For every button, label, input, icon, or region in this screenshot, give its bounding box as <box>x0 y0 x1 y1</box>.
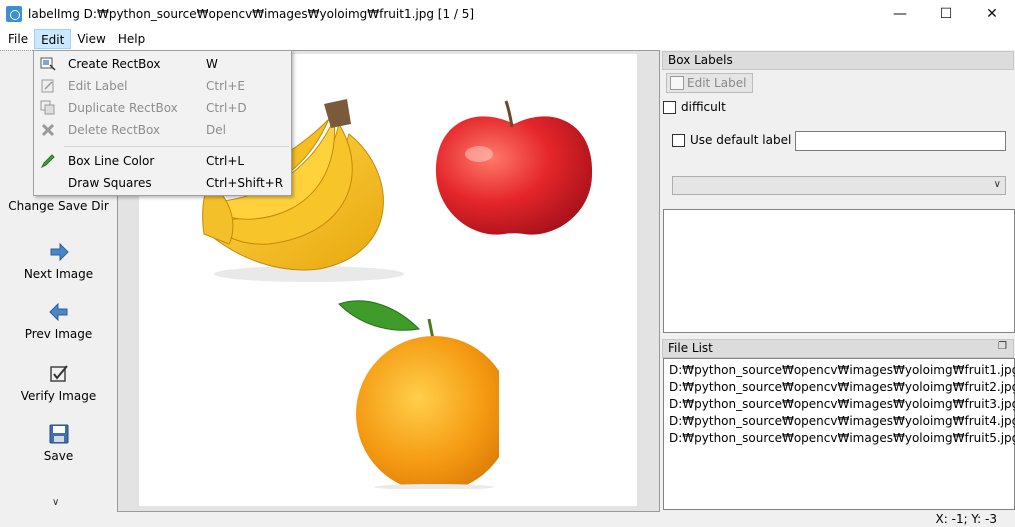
menu-file[interactable]: File <box>2 29 34 49</box>
edit-icon <box>670 76 684 90</box>
chevron-down-icon: ∨ <box>993 179 1001 190</box>
list-item[interactable]: D:₩python_source₩opencv₩images₩yoloimg₩f… <box>669 414 1015 428</box>
maximize-button[interactable]: ☐ <box>923 0 969 28</box>
window-title: labelImg D:₩python_source₩opencv₩images₩… <box>28 7 475 21</box>
use-default-label-row[interactable]: Use default label <box>672 133 791 147</box>
difficult-label: difficult <box>681 100 726 114</box>
orange-image <box>338 300 499 489</box>
menu-bar: File Edit View Help <box>0 28 1015 50</box>
list-item[interactable]: D:₩python_source₩opencv₩images₩yoloimg₩f… <box>669 380 1015 394</box>
menu-item-delete-rectbox[interactable]: Delete RectBox Del <box>34 119 291 141</box>
menu-item-draw-squares[interactable]: Draw Squares Ctrl+Shift+R <box>34 172 291 194</box>
chevron-down-icon[interactable]: ∨ <box>52 497 59 508</box>
tool-label: Prev Image <box>24 327 93 341</box>
window-controls: — ☐ ✕ <box>877 0 1015 28</box>
edit-icon <box>40 78 56 94</box>
difficult-checkbox-row[interactable]: difficult <box>663 100 726 114</box>
apple-image <box>435 100 593 235</box>
box-labels-title: Box Labels <box>662 51 1014 70</box>
menu-edit[interactable]: Edit <box>34 29 72 49</box>
file-list-title: File List <box>662 339 1014 358</box>
menu-item-edit-label[interactable]: Edit Label Ctrl+E <box>34 75 291 97</box>
tool-label: Next Image <box>23 267 94 281</box>
default-label-input[interactable] <box>795 131 1006 151</box>
menu-item-duplicate-rectbox[interactable]: Duplicate RectBox Ctrl+D <box>34 97 291 119</box>
list-item[interactable]: D:₩python_source₩opencv₩images₩yoloimg₩f… <box>669 363 1015 377</box>
tool-label: Verify Image <box>20 389 97 403</box>
close-button[interactable]: ✕ <box>969 0 1015 28</box>
duplicate-icon <box>40 100 56 116</box>
pencil-icon <box>40 153 56 169</box>
menu-view[interactable]: View <box>71 29 111 49</box>
list-item[interactable]: D:₩python_source₩opencv₩images₩yoloimg₩f… <box>669 431 1015 445</box>
edit-menu-dropdown: Create RectBox W Edit Label Ctrl+E Dupli… <box>33 50 292 196</box>
rectbox-icon <box>40 56 56 72</box>
menu-separator <box>64 146 289 147</box>
next-image-button[interactable]: Next Image <box>0 241 117 281</box>
status-bar: X: -1; Y: -3 <box>0 512 1015 527</box>
list-item[interactable]: D:₩python_source₩opencv₩images₩yoloimg₩f… <box>669 397 1015 411</box>
arrow-right-icon <box>50 242 69 262</box>
label-list[interactable] <box>663 209 1015 333</box>
menu-item-create-rectbox[interactable]: Create RectBox W <box>34 53 291 75</box>
file-list[interactable]: D:₩python_source₩opencv₩images₩yoloimg₩f… <box>663 358 1015 510</box>
checkbox-icon <box>49 365 68 382</box>
floppy-disk-icon <box>49 424 68 444</box>
edit-label-text: Edit Label <box>687 76 747 90</box>
title-bar: labelImg D:₩python_source₩opencv₩images₩… <box>0 0 1015 28</box>
difficult-checkbox[interactable] <box>663 100 676 114</box>
change-save-dir-button[interactable]: Change Save Dir <box>0 199 117 213</box>
save-button[interactable]: Save <box>0 423 117 463</box>
cursor-coordinates: X: -1; Y: -3 <box>935 512 997 526</box>
label-combobox[interactable]: ∨ <box>672 176 1006 195</box>
app-icon <box>6 6 22 22</box>
use-default-label-text: Use default label <box>690 133 792 147</box>
float-window-icon[interactable]: ❐ <box>998 341 1007 352</box>
arrow-left-icon <box>48 302 67 322</box>
tool-label: Change Save Dir <box>8 199 109 213</box>
delete-icon <box>40 122 56 138</box>
tool-label: Save <box>43 449 74 463</box>
edit-label-button[interactable]: Edit Label <box>666 73 753 93</box>
prev-image-button[interactable]: Prev Image <box>0 301 117 341</box>
menu-item-box-line-color[interactable]: Box Line Color Ctrl+L <box>34 150 291 172</box>
use-default-label-checkbox[interactable] <box>672 133 685 147</box>
verify-image-button[interactable]: Verify Image <box>0 363 117 403</box>
menu-help[interactable]: Help <box>112 29 151 49</box>
minimize-button[interactable]: — <box>877 0 923 28</box>
